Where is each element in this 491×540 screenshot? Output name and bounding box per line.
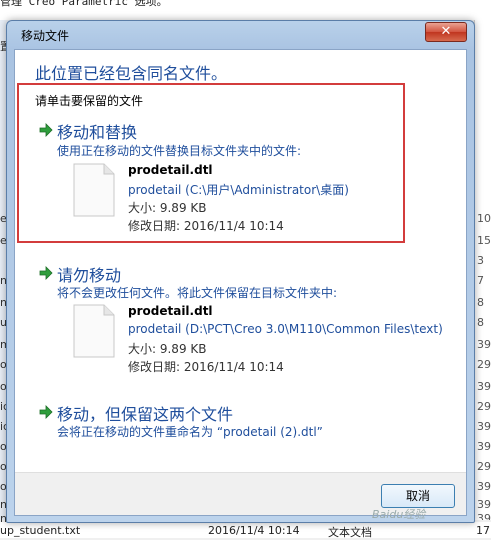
- file-size: 大小: 9.89 KB: [128, 201, 207, 215]
- option-title: 移动，但保留这两个文件: [57, 405, 234, 424]
- green-arrow-icon: [39, 405, 53, 419]
- file-size: 大小: 9.89 KB: [128, 342, 207, 356]
- file-path: prodetail (D:\PCT\Creo 3.0\M110\Common F…: [128, 322, 443, 336]
- bg-right-item: 39: [477, 480, 491, 493]
- cancel-button[interactable]: 取消: [381, 484, 455, 508]
- bg-right-item: 39: [477, 338, 491, 351]
- background-top-text: 管理 Creo Parametric 选项。: [0, 0, 168, 8]
- file-modified: 修改日期: 2016/11/4 10:14: [128, 360, 284, 374]
- background-file-row[interactable]: up_student.txt 2016/11/4 10:14 文本文档 17: [0, 522, 491, 539]
- file-name: prodetail.dtl: [128, 163, 213, 177]
- bg-right-item: 7: [477, 274, 484, 287]
- bg-right-item: 39: [477, 380, 491, 393]
- bg-right-item: 39: [477, 498, 491, 511]
- green-arrow-icon: [39, 266, 53, 280]
- bg-file-name: up_student.txt: [0, 524, 81, 537]
- option-description: 将不会更改任何文件。将此文件保留在目标文件夹中:: [57, 286, 338, 300]
- move-file-dialog: 移动文件 ✕ 此位置已经包含同名文件。 请单击要保留的文件 移动和替换 使用正在…: [6, 20, 475, 523]
- bg-right-item: 39: [477, 420, 491, 433]
- bg-right-item: 39: [477, 440, 491, 453]
- option-title: 移动和替换: [57, 123, 138, 142]
- dialog-heading: 此位置已经包含同名文件。: [35, 64, 228, 83]
- dialog-instruction: 请单击要保留的文件: [35, 94, 144, 108]
- bg-file-date: 2016/11/4 10:14: [208, 524, 300, 537]
- bg-right-item: 3: [477, 254, 484, 267]
- bg-right-item: 29: [477, 460, 491, 473]
- close-button[interactable]: ✕: [425, 22, 467, 42]
- green-arrow-icon: [39, 123, 53, 137]
- file-icon: [73, 304, 115, 358]
- bg-right-item: 8: [477, 296, 484, 309]
- file-modified: 修改日期: 2016/11/4 10:14: [128, 219, 284, 233]
- dialog-title: 移动文件: [21, 29, 70, 43]
- file-icon: [73, 163, 115, 217]
- option-description: 使用正在移动的文件替换目标文件夹中的文件:: [57, 144, 302, 158]
- bg-right-item: 10: [477, 212, 491, 225]
- bg-right-item: 39: [477, 512, 491, 520]
- bg-file-size: 17: [476, 524, 490, 537]
- option-description: 会将正在移动的文件重命名为 “prodetail (2).dtl”: [57, 425, 323, 439]
- background-right-pane: 10 15 3 7 8 8 39 29 39 29 39 39 29 39 39…: [474, 20, 491, 520]
- option-title: 请勿移动: [57, 266, 122, 285]
- background-app-toolbar: 管理 Creo Parametric 选项。: [0, 0, 491, 20]
- dialog-content: 此位置已经包含同名文件。 请单击要保留的文件 移动和替换 使用正在移动的文件替换…: [14, 49, 467, 516]
- file-path: prodetail (C:\用户\Administrator\桌面): [128, 183, 349, 197]
- bg-right-item: 29: [477, 400, 491, 413]
- bg-right-item: 15: [477, 234, 491, 247]
- bg-right-item: 8: [477, 316, 484, 329]
- bg-right-item: 29: [477, 358, 491, 371]
- watermark-logo: Baidu经验: [372, 508, 426, 521]
- file-name: prodetail.dtl: [128, 304, 213, 318]
- dialog-titlebar[interactable]: 移动文件 ✕: [7, 21, 474, 47]
